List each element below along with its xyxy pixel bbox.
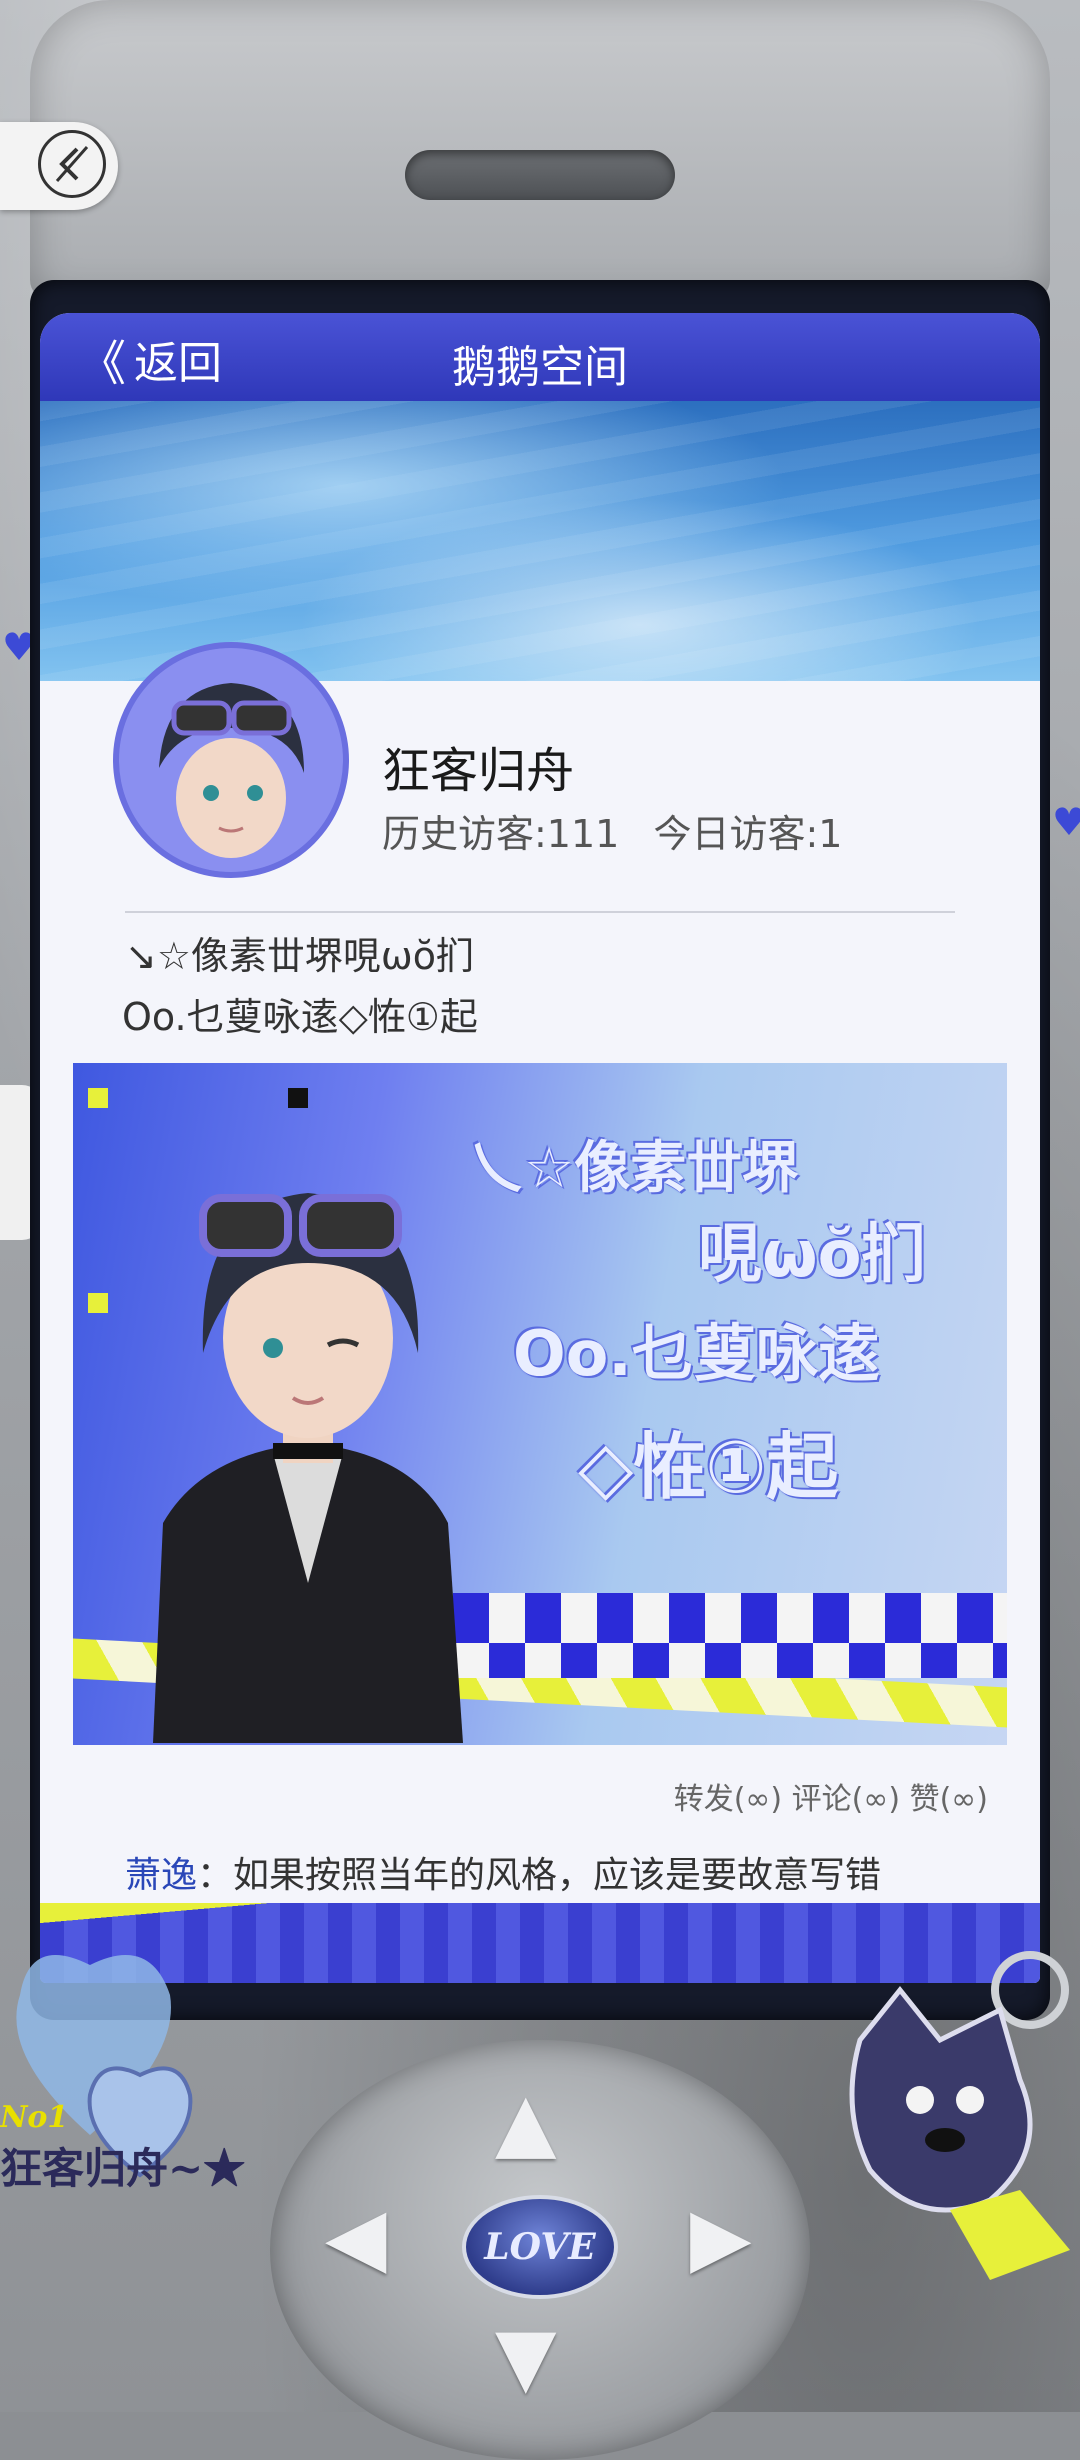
image-text-line-1: 乀☆像素丗堺 bbox=[468, 1136, 799, 1201]
divider bbox=[125, 911, 955, 913]
sticker-text: 狂客归舟~★ bbox=[0, 2144, 246, 2193]
frame-corner bbox=[88, 1088, 108, 1108]
profile-name: 狂客归舟 bbox=[382, 743, 575, 799]
name-sticker: No1 狂客归舟~★ bbox=[0, 2100, 245, 2196]
comment-author[interactable]: 萧逸 bbox=[125, 1855, 197, 1896]
dpad-left-button[interactable]: ◀ bbox=[325, 2190, 387, 2283]
love-button[interactable]: LOVE bbox=[462, 2195, 618, 2299]
heart-icon: ♥ bbox=[1052, 800, 1080, 844]
image-text-line-2: 哯ωŏ扪 bbox=[698, 1218, 926, 1292]
image-text-line-4: ◇恠①起 bbox=[578, 1425, 839, 1509]
decor-checker bbox=[453, 1643, 1007, 1678]
character-illustration bbox=[153, 1193, 463, 1743]
page-title: 鹅鹅空间 bbox=[452, 342, 628, 393]
post-stats[interactable]: 转发(∞) 评论(∞) 赞(∞) bbox=[674, 1774, 988, 1818]
cover-banner bbox=[40, 401, 1040, 681]
comment: 萧逸：如果按照当年的风格，应该是要故意写错 bbox=[125, 1846, 881, 1898]
dpad-right-button[interactable]: ▶ bbox=[690, 2190, 752, 2283]
avatar[interactable] bbox=[113, 642, 349, 878]
dpad-up-button[interactable]: ▲ bbox=[495, 2075, 557, 2168]
frame-corner bbox=[88, 1293, 108, 1313]
dpad-down-button[interactable]: ▼ bbox=[495, 2310, 557, 2403]
exit-button[interactable] bbox=[0, 122, 118, 210]
screen: 《 返回 鹅鹅空间 狂客归舟 历史访客:111 今日访客:1 ↘☆像素丗堺哯ωŏ… bbox=[40, 313, 1040, 1983]
visitor-stats: 历史访客:111 今日访客:1 bbox=[382, 803, 864, 858]
nav-bar: 《 返回 鹅鹅空间 bbox=[40, 313, 1040, 403]
phone-speaker bbox=[405, 150, 675, 200]
signature-line-1: ↘☆像素丗堺哯ωŏ扪 bbox=[125, 934, 474, 978]
frame-corner bbox=[288, 1088, 308, 1108]
post-image[interactable]: 乀☆像素丗堺 哯ωŏ扪 Oo.乜蓃咏逺 ◇恠①起 bbox=[73, 1063, 1007, 1745]
exit-icon bbox=[38, 130, 106, 198]
image-text-line-3: Oo.乜蓃咏逺 bbox=[513, 1317, 880, 1390]
sticker-badge: No1 bbox=[0, 2100, 69, 2135]
today-visitors: 今日访客:1 bbox=[653, 812, 843, 856]
decor-checker bbox=[453, 1593, 1007, 1643]
comment-text: ：如果按照当年的风格，应该是要故意写错 bbox=[197, 1855, 882, 1896]
history-visitors: 历史访客:111 bbox=[382, 812, 620, 856]
dog-sticker bbox=[849, 1951, 1070, 2280]
signature-line-2: Oo.乜蓃咏逺◇恠①起 bbox=[122, 995, 478, 1039]
